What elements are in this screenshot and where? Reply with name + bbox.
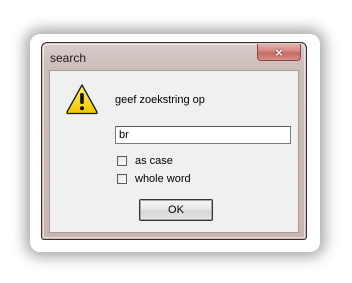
ok-button[interactable]: OK: [139, 199, 213, 221]
whole-word-checkbox[interactable]: [117, 174, 127, 184]
whole-word-option[interactable]: whole word: [117, 173, 191, 185]
window-title: search: [50, 51, 87, 65]
desktop-background: search × geef zoekstring op br as case w…: [0, 0, 352, 283]
whole-word-label[interactable]: whole word: [135, 173, 191, 185]
as-case-label[interactable]: as case: [135, 155, 173, 167]
search-input[interactable]: [115, 126, 291, 144]
search-dialog-window: search × geef zoekstring op br as case w…: [41, 42, 307, 240]
close-button[interactable]: ×: [257, 44, 301, 61]
as-case-option[interactable]: as case: [117, 155, 173, 167]
prompt-label: geef zoekstring op: [115, 94, 205, 106]
dialog-client-area: geef zoekstring op as case whole word OK: [49, 70, 299, 233]
ok-button-label: OK: [168, 204, 184, 216]
close-icon: ×: [274, 45, 284, 59]
warning-icon: [66, 84, 98, 115]
title-bar[interactable]: search ×: [42, 43, 306, 70]
as-case-checkbox[interactable]: [117, 156, 127, 166]
